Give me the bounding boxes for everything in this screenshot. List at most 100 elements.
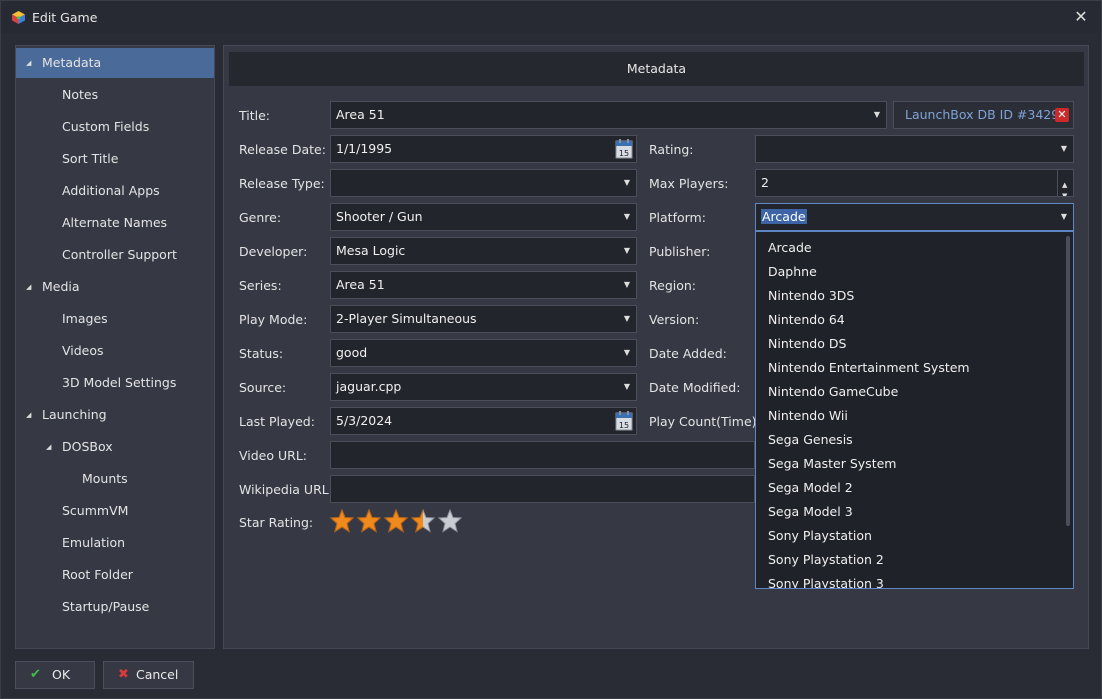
expand-arrow-icon[interactable]: ◢ [46, 432, 51, 462]
max-players-value: 2 [761, 175, 769, 190]
close-icon[interactable]: ✕ [1071, 7, 1091, 27]
chevron-down-icon[interactable]: ▼ [624, 238, 630, 264]
calendar-icon[interactable]: 15 [615, 139, 633, 159]
platform-dropdown-list[interactable]: Arcade Daphne Nintendo 3DS Nintendo 64 Ninte… [755, 231, 1074, 589]
scrollbar[interactable] [1066, 236, 1070, 526]
last-played-value: 5/3/2024 [336, 413, 393, 428]
chevron-down-icon[interactable]: ▼ [624, 272, 630, 298]
sidebar-item-additional-apps[interactable]: Additional Apps [16, 176, 214, 206]
status-value: good [336, 345, 368, 360]
sidebar-item-label: Additional Apps [62, 183, 160, 198]
developer-dropdown[interactable]: Mesa Logic ▼ [330, 237, 637, 265]
checkmark-icon: ✔ [30, 667, 41, 682]
rating-dropdown[interactable]: ▼ [755, 135, 1074, 163]
publisher-label: Publisher: [649, 244, 711, 259]
platform-option[interactable]: Nintendo 3DS [768, 284, 854, 308]
star-icon[interactable] [330, 509, 354, 533]
calendar-icon[interactable]: 15 [615, 411, 633, 431]
release-type-dropdown[interactable]: ▼ [330, 169, 637, 197]
metadata-panel: Metadata Title: Area 51 ▼ LaunchBox DB I… [223, 45, 1089, 649]
chevron-down-icon[interactable]: ▼ [624, 306, 630, 332]
chevron-down-icon[interactable]: ▼ [624, 170, 630, 196]
remove-db-id-icon[interactable]: ✕ [1055, 108, 1069, 122]
platform-option[interactable]: Sony Playstation 2 [768, 548, 884, 572]
sidebar-item-label: Metadata [42, 55, 102, 70]
platform-option[interactable]: Nintendo DS [768, 332, 846, 356]
series-dropdown[interactable]: Area 51 ▼ [330, 271, 637, 299]
wikipedia-url-label: Wikipedia URL: [239, 482, 333, 497]
expand-arrow-icon[interactable]: ◢ [26, 272, 31, 302]
region-label: Region: [649, 278, 697, 293]
cancel-button[interactable]: ✖ Cancel [103, 661, 194, 689]
platform-option[interactable]: Sony Playstation [768, 524, 872, 548]
platform-option[interactable]: Nintendo GameCube [768, 380, 898, 404]
expand-arrow-icon[interactable]: ◢ [26, 400, 31, 430]
sidebar-item-root-folder[interactable]: Root Folder [16, 560, 214, 590]
platform-option[interactable]: Nintendo Entertainment System [768, 356, 970, 380]
sidebar-item-emulation[interactable]: Emulation [16, 528, 214, 558]
release-date-picker[interactable]: 1/1/1995 15 [330, 135, 637, 163]
sidebar-item-controller-support[interactable]: Controller Support [16, 240, 214, 270]
wikipedia-url-input[interactable] [330, 475, 755, 503]
chevron-down-icon[interactable]: ▼ [1061, 136, 1067, 162]
sidebar-item-dosbox[interactable]: ◢ DOSBox [16, 432, 214, 462]
star-icon[interactable] [411, 509, 435, 533]
last-played-picker[interactable]: 5/3/2024 15 [330, 407, 637, 435]
platform-option[interactable]: Arcade [768, 236, 812, 260]
date-modified-label: Date Modified: [649, 380, 741, 395]
ok-button[interactable]: ✔ OK [15, 661, 95, 689]
platform-option[interactable]: Nintendo 64 [768, 308, 845, 332]
sidebar-item-alternate-names[interactable]: Alternate Names [16, 208, 214, 238]
stepper-buttons[interactable]: ▲ ▼ [1057, 170, 1073, 196]
sidebar-item-custom-fields[interactable]: Custom Fields [16, 112, 214, 142]
sidebar-item-sort-title[interactable]: Sort Title [16, 144, 214, 174]
sidebar-item-videos[interactable]: Videos [16, 336, 214, 366]
platform-value[interactable]: Arcade [761, 209, 807, 224]
launchbox-db-id-link[interactable]: LaunchBox DB ID #34296 ✕ [893, 101, 1074, 129]
platform-option[interactable]: Sega Genesis [768, 428, 853, 452]
db-id-text: LaunchBox DB ID #34296 [905, 107, 1068, 122]
platform-option[interactable]: Nintendo Wii [768, 404, 848, 428]
chevron-down-icon[interactable]: ▼ [1062, 183, 1067, 196]
sidebar-item-mounts[interactable]: Mounts [16, 464, 214, 494]
chevron-down-icon[interactable]: ▼ [624, 374, 630, 400]
chevron-down-icon[interactable]: ▼ [1061, 204, 1067, 230]
title-combobox[interactable]: Area 51 ▼ [330, 101, 887, 129]
sidebar-item-notes[interactable]: Notes [16, 80, 214, 110]
cancel-x-icon: ✖ [118, 667, 129, 682]
chevron-down-icon[interactable]: ▼ [874, 102, 880, 128]
genre-dropdown[interactable]: Shooter / Gun ▼ [330, 203, 637, 231]
last-played-label: Last Played: [239, 414, 315, 429]
sidebar-item-metadata[interactable]: ◢ Metadata [16, 48, 214, 78]
chevron-down-icon[interactable]: ▼ [624, 204, 630, 230]
chevron-down-icon[interactable]: ▼ [624, 340, 630, 366]
sidebar-item-3d-model-settings[interactable]: 3D Model Settings [16, 368, 214, 398]
platform-option[interactable]: Sega Model 3 [768, 500, 853, 524]
star-icon[interactable] [384, 509, 408, 533]
platform-option[interactable]: Sega Model 2 [768, 476, 853, 500]
play-mode-dropdown[interactable]: 2-Player Simultaneous ▼ [330, 305, 637, 333]
sidebar-item-scummvm[interactable]: ScummVM [16, 496, 214, 526]
platform-option[interactable]: Sony Playstation 3 [768, 572, 884, 588]
star-icon[interactable] [438, 509, 462, 533]
sidebar-item-launching[interactable]: ◢ Launching [16, 400, 214, 430]
sidebar-item-startup-pause[interactable]: Startup/Pause [16, 592, 214, 622]
platform-option[interactable]: Sega Master System [768, 452, 896, 476]
sidebar-item-media[interactable]: ◢ Media [16, 272, 214, 302]
sidebar-item-label: Media [42, 279, 80, 294]
sidebar-item-images[interactable]: Images [16, 304, 214, 334]
source-label: Source: [239, 380, 287, 395]
series-value: Area 51 [336, 277, 385, 292]
star-icon[interactable] [357, 509, 381, 533]
platform-combobox[interactable]: Arcade ▼ [755, 203, 1074, 231]
ok-button-label: OK [52, 667, 71, 682]
status-dropdown[interactable]: good ▼ [330, 339, 637, 367]
source-dropdown[interactable]: jaguar.cpp ▼ [330, 373, 637, 401]
video-url-input[interactable] [330, 441, 755, 469]
sidebar-item-label: Startup/Pause [62, 599, 150, 614]
sidebar-item-label: ScummVM [62, 503, 129, 518]
platform-option[interactable]: Daphne [768, 260, 817, 284]
expand-arrow-icon[interactable]: ◢ [26, 48, 31, 78]
max-players-label: Max Players: [649, 176, 729, 191]
max-players-stepper[interactable]: 2 ▲ ▼ [755, 169, 1074, 197]
